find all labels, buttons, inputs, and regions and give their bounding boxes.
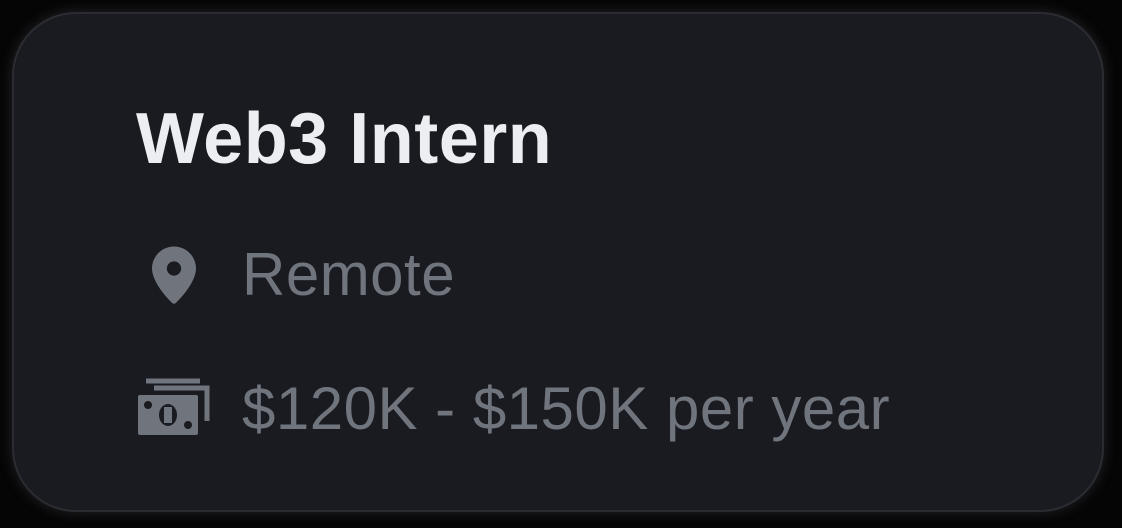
job-salary: $120K - $150K per year (136, 370, 890, 446)
job-location: Remote (136, 236, 455, 312)
map-pin-icon (136, 236, 212, 312)
salary-text: $120K - $150K per year (242, 374, 891, 442)
job-card[interactable]: Web3 Intern Remote $120K - $150K per yea… (12, 12, 1104, 512)
job-title: Web3 Intern (136, 99, 553, 179)
cash-icon (136, 370, 212, 446)
location-text: Remote (242, 240, 456, 308)
